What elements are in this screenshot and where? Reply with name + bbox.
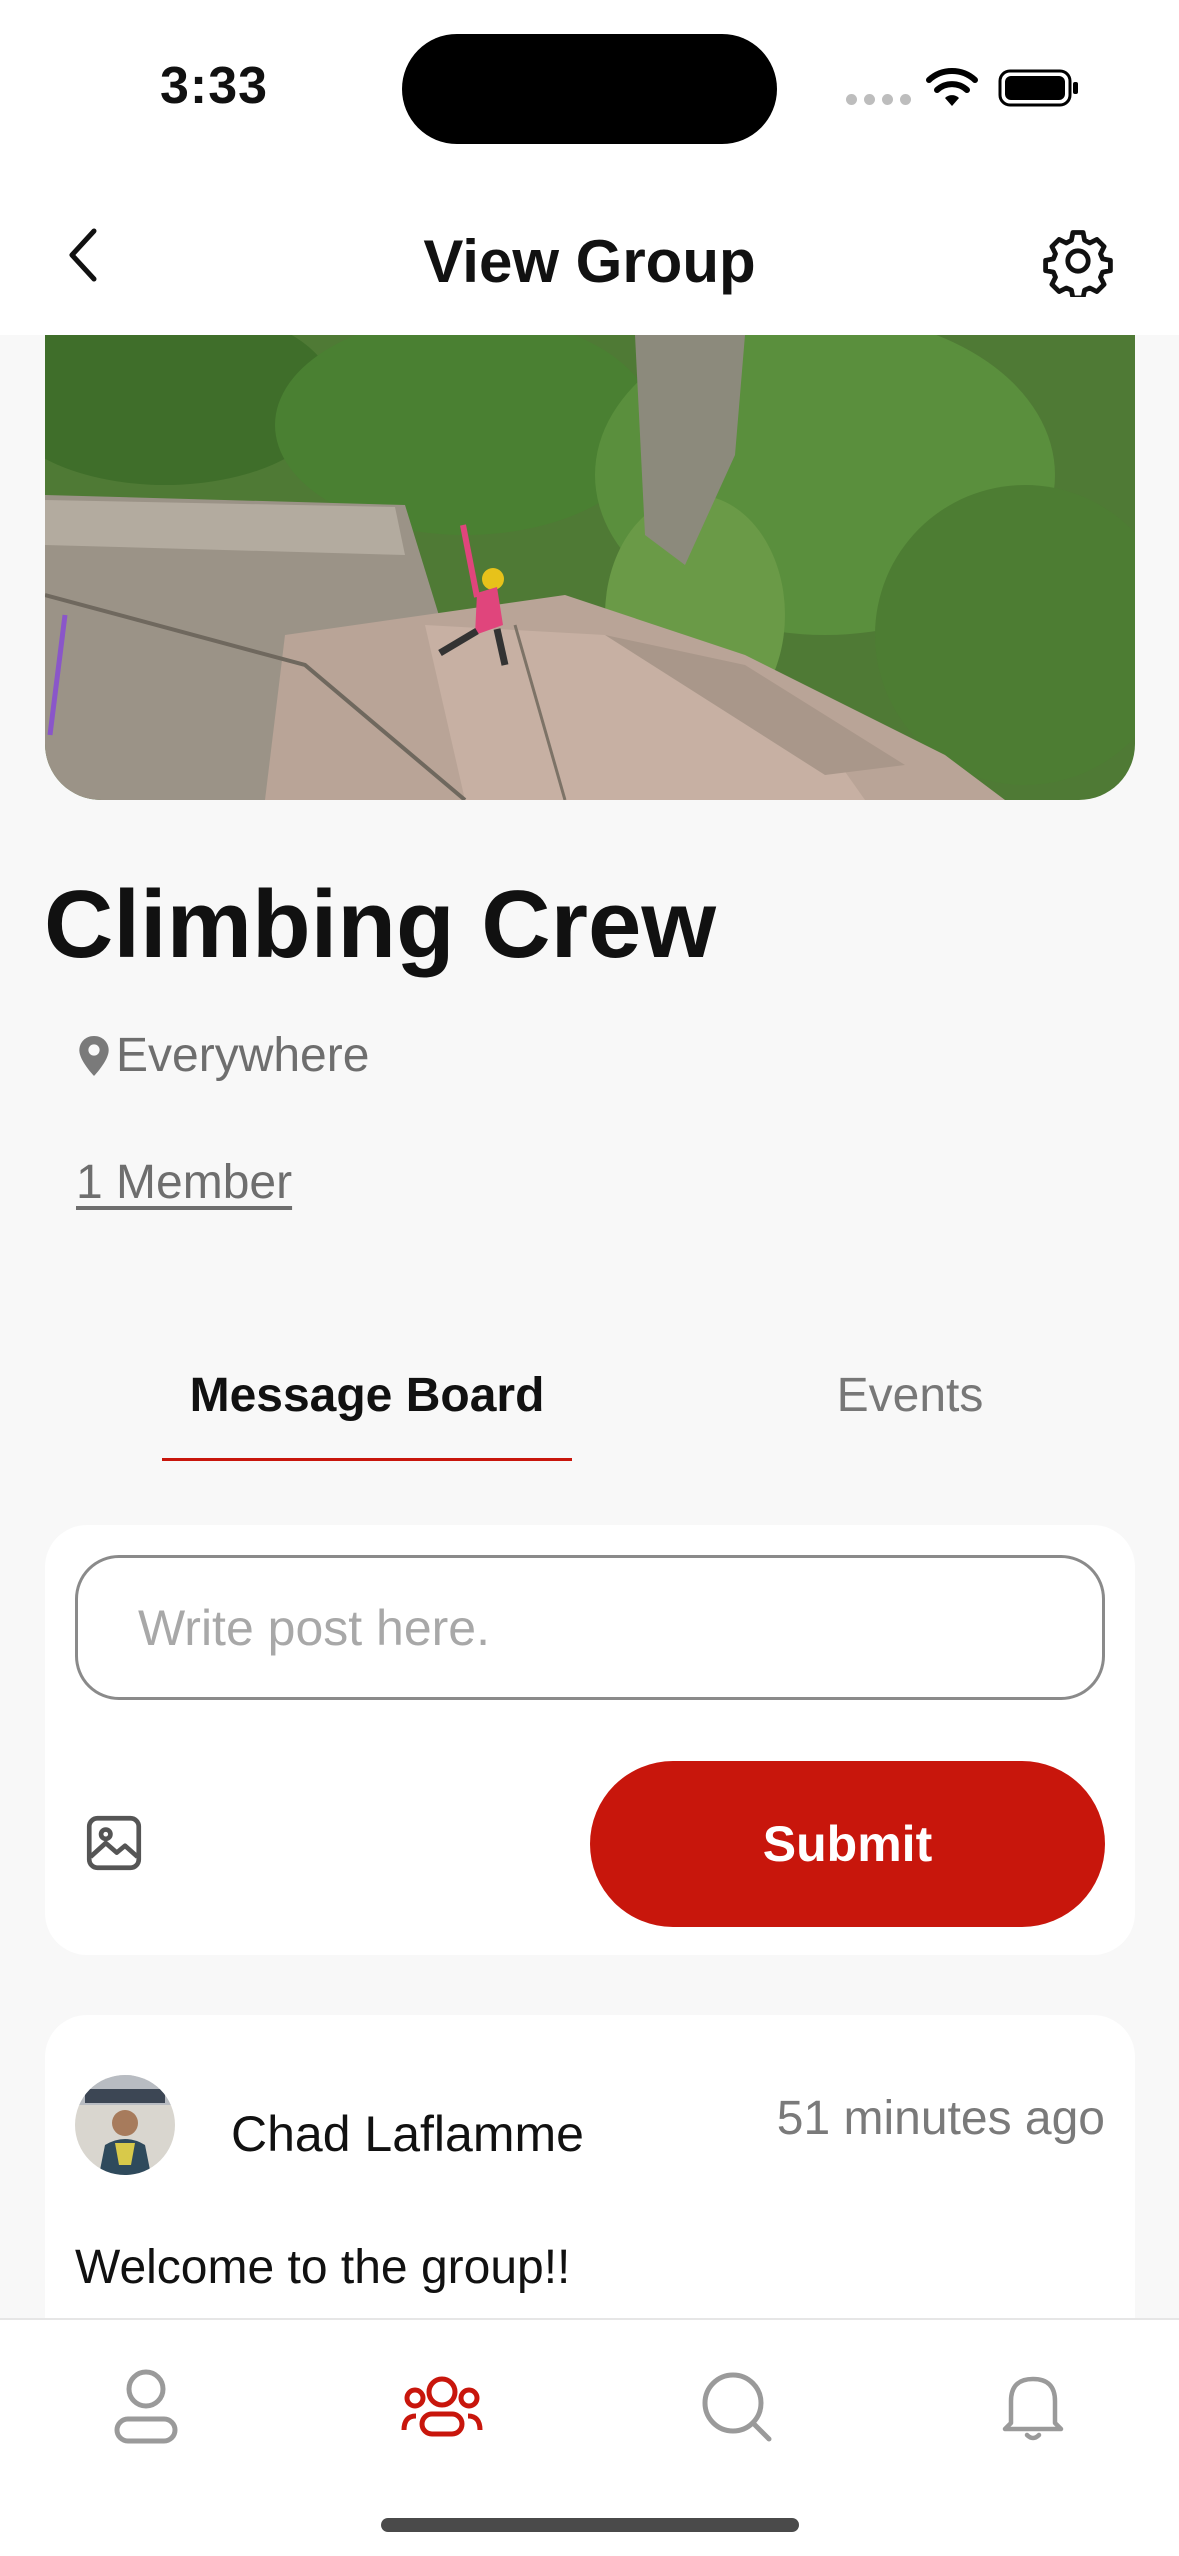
post-composer: Submit [45,1525,1135,1955]
member-count-link[interactable]: 1 Member [76,1155,292,1210]
status-bar: 3:33 [0,0,1179,175]
bottom-tab-bar [0,2318,1179,2556]
nav-notifications[interactable] [988,2362,1078,2452]
group-name: Climbing Crew [44,871,717,978]
active-tab-indicator [162,1458,572,1461]
view-group-screen: 3:33 View Group Climbing Crew Everywhere… [0,0,1179,2556]
battery-icon [998,69,1078,107]
profile-icon [114,2369,178,2444]
nav-profile[interactable] [101,2362,191,2452]
search-icon [702,2372,772,2442]
home-indicator [381,2518,799,2532]
location-pin-icon [79,1035,109,1076]
post-input[interactable] [75,1555,1105,1700]
avatar[interactable] [75,2075,175,2175]
group-cover-image [45,335,1135,800]
navigation-header: View Group [0,175,1179,335]
image-icon [86,1815,142,1871]
post-timestamp: 51 minutes ago [776,2092,1105,2145]
post-body: Welcome to the group!! [75,2241,571,2294]
nav-search[interactable] [692,2362,782,2452]
dynamic-island [402,34,777,144]
tab-events[interactable]: Events [705,1368,1115,1423]
cellular-signal-icon [846,94,911,105]
wifi-icon [926,68,978,106]
attach-image-button[interactable] [81,1810,147,1876]
groups-icon [401,2376,483,2437]
page-title: View Group [423,228,756,295]
location-text: Everywhere [116,1029,370,1082]
bell-icon [1002,2376,1064,2441]
group-location: Everywhere [78,1028,369,1083]
status-time: 3:33 [160,57,269,115]
post-author: Chad Laflamme [231,2106,584,2162]
tab-message-board[interactable]: Message Board [162,1368,572,1423]
gear-icon [1043,230,1113,301]
submit-button[interactable]: Submit [590,1761,1105,1927]
nav-groups[interactable] [397,2362,487,2452]
settings-button[interactable] [1042,225,1114,301]
